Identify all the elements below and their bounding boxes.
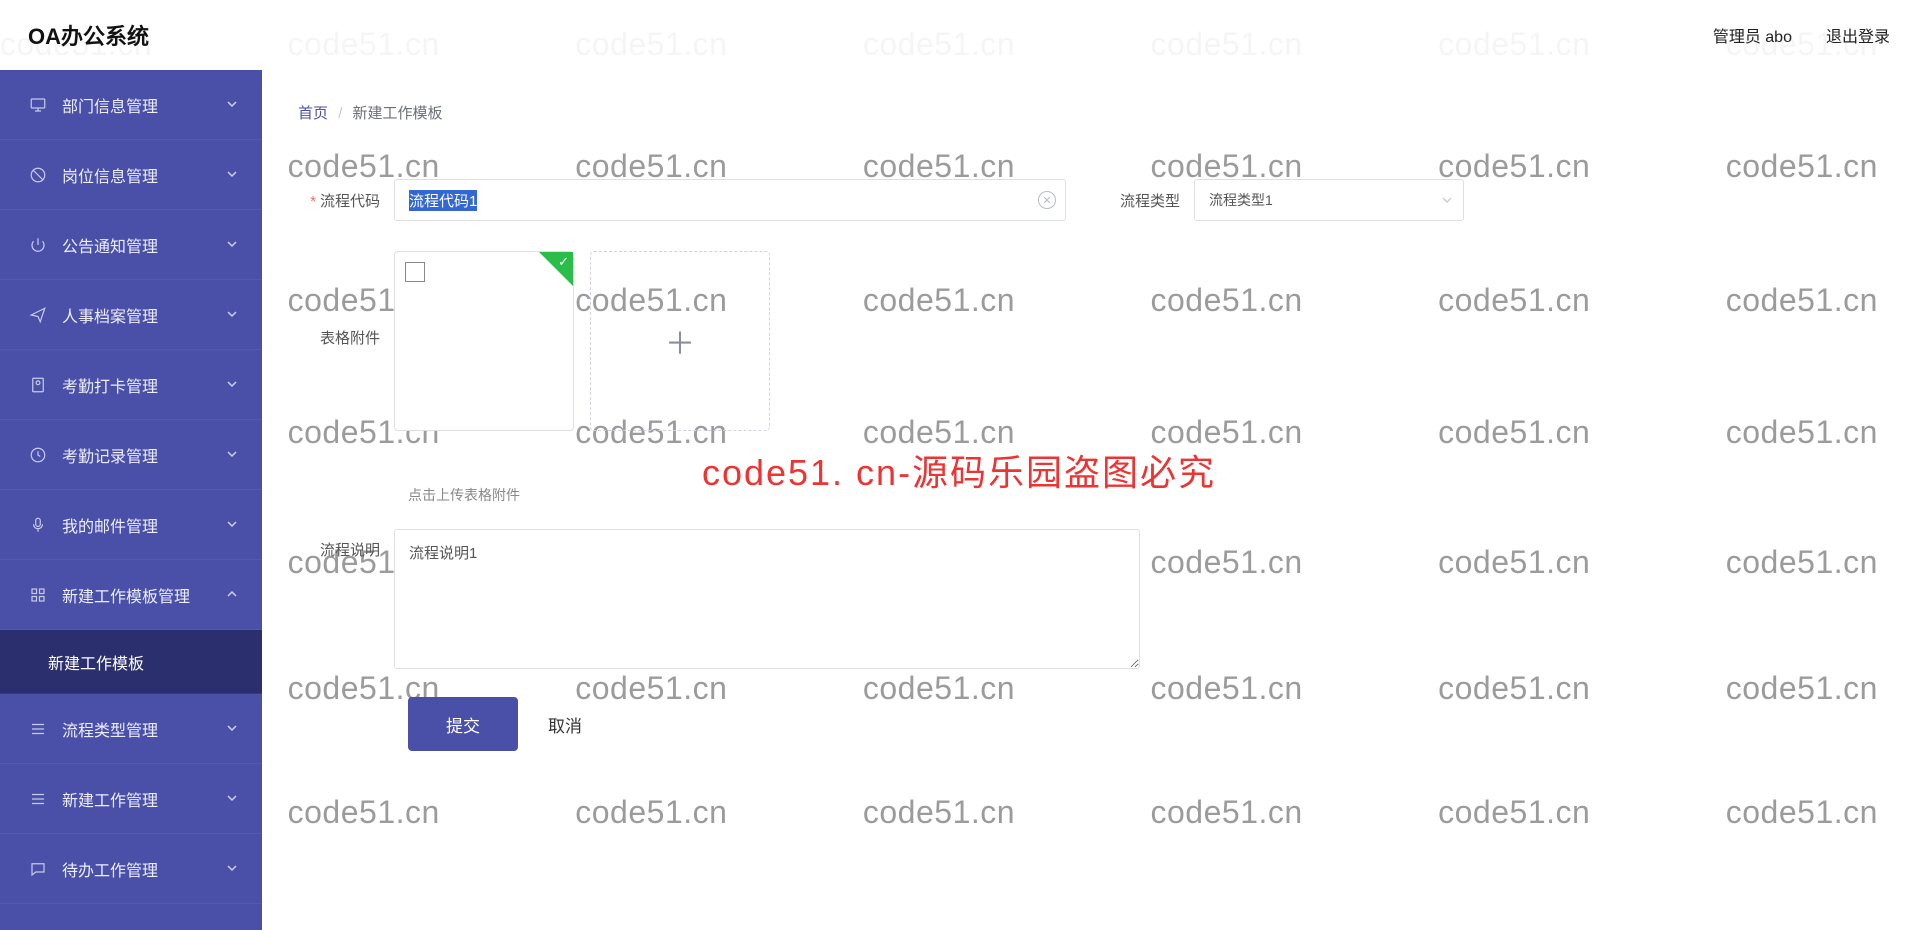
- chat-icon: [28, 859, 48, 879]
- sidebar-item-label: 公告通知管理: [62, 233, 226, 257]
- sidebar-item-label: 考勤记录管理: [62, 443, 226, 467]
- header: OA办公系统 管理员 abo 退出登录: [0, 0, 1918, 70]
- sidebar: 部门信息管理岗位信息管理公告通知管理人事档案管理考勤打卡管理考勤记录管理我的邮件…: [0, 70, 262, 930]
- send-icon: [28, 305, 48, 325]
- form-row-desc: 流程说明 流程说明1: [298, 529, 1882, 669]
- user-label[interactable]: 管理员 abo: [1713, 23, 1792, 47]
- monitor-icon: [28, 95, 48, 115]
- list-icon: [28, 789, 48, 809]
- sidebar-item-label: 我的邮件管理: [62, 513, 226, 537]
- sidebar-item-3[interactable]: 人事档案管理: [0, 280, 262, 350]
- sidebar-item-9[interactable]: 新建工作管理: [0, 764, 262, 834]
- chevron-down-icon: [226, 378, 240, 392]
- sidebar-item-10[interactable]: 待办工作管理: [0, 834, 262, 904]
- chevron-down-icon: [226, 722, 240, 736]
- type-select[interactable]: 流程类型1: [1194, 179, 1464, 221]
- grid-icon: [28, 585, 48, 605]
- sidebar-item-label: 流程类型管理: [62, 717, 226, 741]
- upload-success-icon: [539, 252, 573, 286]
- user-icon: [28, 375, 48, 395]
- sidebar-item-2[interactable]: 公告通知管理: [0, 210, 262, 280]
- breadcrumb-sep: /: [338, 105, 342, 122]
- upload-area: ＋: [394, 251, 770, 431]
- chevron-down-icon: [226, 448, 240, 462]
- header-right: 管理员 abo 退出登录: [1713, 23, 1890, 47]
- main-content: 首页 / 新建工作模板 *流程代码 ✕ 流程类型 流程类型1: [262, 70, 1918, 930]
- power-icon: [28, 235, 48, 255]
- form-row-code: *流程代码 ✕ 流程类型 流程类型1: [298, 179, 1882, 221]
- sidebar-item-label: 新建工作管理: [62, 787, 226, 811]
- sidebar-item-label: 待办工作管理: [62, 857, 226, 881]
- list-icon: [28, 719, 48, 739]
- type-value: 流程类型1: [1209, 190, 1273, 210]
- plus-icon: ＋: [665, 319, 695, 363]
- brand-title: OA办公系统: [28, 19, 149, 51]
- sidebar-subitem-7-0[interactable]: 新建工作模板: [0, 630, 262, 694]
- sidebar-item-label: 部门信息管理: [62, 93, 226, 117]
- sidebar-item-8[interactable]: 流程类型管理: [0, 694, 262, 764]
- form-row-attachment: 表格附件 ＋: [298, 251, 1882, 431]
- desc-textarea[interactable]: 流程说明1: [394, 529, 1140, 669]
- chevron-down-icon: [226, 98, 240, 112]
- chevron-down-icon: [226, 518, 240, 532]
- chevron-down-icon: [1441, 194, 1453, 206]
- chevron-down-icon: [226, 792, 240, 806]
- upload-add-button[interactable]: ＋: [590, 251, 770, 431]
- sidebar-item-label: 人事档案管理: [62, 303, 226, 327]
- broken-image-icon: [405, 262, 425, 282]
- sidebar-item-label: 岗位信息管理: [62, 163, 226, 187]
- code-input[interactable]: [394, 179, 1066, 221]
- app-root: code51.cncode51.cncode51.cncode51.cncode…: [0, 0, 1918, 930]
- ban-icon: [28, 165, 48, 185]
- chevron-up-icon: [226, 588, 240, 602]
- attachment-label: 表格附件: [298, 251, 394, 348]
- sidebar-item-5[interactable]: 考勤记录管理: [0, 420, 262, 490]
- button-row: 提交 取消: [408, 697, 1882, 751]
- cancel-button[interactable]: 取消: [548, 712, 582, 737]
- sidebar-item-7[interactable]: 新建工作模板管理: [0, 560, 262, 630]
- breadcrumb: 首页 / 新建工作模板: [298, 102, 1882, 123]
- upload-hint: 点击上传表格附件: [408, 485, 1882, 505]
- sidebar-item-label: 考勤打卡管理: [62, 373, 226, 397]
- logout-link[interactable]: 退出登录: [1826, 23, 1890, 47]
- sidebar-item-6[interactable]: 我的邮件管理: [0, 490, 262, 560]
- sidebar-item-1[interactable]: 岗位信息管理: [0, 140, 262, 210]
- clock-icon: [28, 445, 48, 465]
- sidebar-item-0[interactable]: 部门信息管理: [0, 70, 262, 140]
- desc-label: 流程说明: [298, 529, 394, 560]
- chevron-down-icon: [226, 308, 240, 322]
- chevron-down-icon: [226, 238, 240, 252]
- chevron-down-icon: [226, 862, 240, 876]
- clear-icon[interactable]: ✕: [1038, 191, 1056, 209]
- code-label: *流程代码: [298, 190, 394, 211]
- sidebar-item-label: 新建工作模板管理: [62, 583, 226, 607]
- submit-button[interactable]: 提交: [408, 697, 518, 751]
- mic-icon: [28, 515, 48, 535]
- breadcrumb-home[interactable]: 首页: [298, 105, 328, 122]
- type-field: 流程类型 流程类型1: [1120, 179, 1464, 221]
- chevron-down-icon: [226, 168, 240, 182]
- type-label: 流程类型: [1120, 190, 1180, 211]
- code-input-wrap: ✕: [394, 179, 1066, 221]
- upload-thumbnail[interactable]: [394, 251, 574, 431]
- breadcrumb-current: 新建工作模板: [353, 105, 443, 122]
- sidebar-item-4[interactable]: 考勤打卡管理: [0, 350, 262, 420]
